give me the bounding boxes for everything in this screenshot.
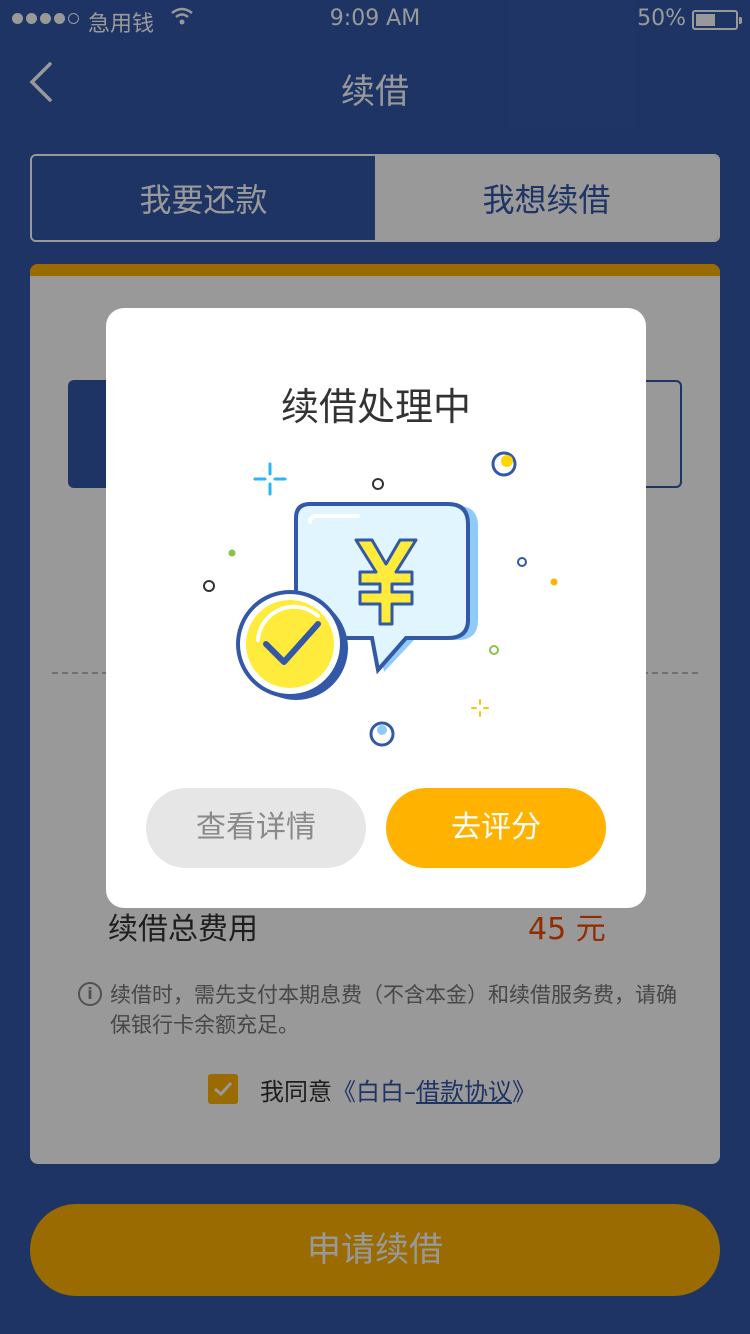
dialog-title: 续借处理中 <box>280 385 471 429</box>
view-details-button[interactable]: 查看详情 <box>146 788 366 868</box>
yuan-chat-bubble-check-icon <box>203 451 558 747</box>
rate-button[interactable]: 去评分 <box>386 788 606 868</box>
processing-dialog: 续借处理中 查看详情 去评分 <box>106 308 646 908</box>
screen: 急用钱 9:09 AM 50% 续借 我要还款 我想续借 续借总费用 45 元 … <box>0 0 750 1334</box>
